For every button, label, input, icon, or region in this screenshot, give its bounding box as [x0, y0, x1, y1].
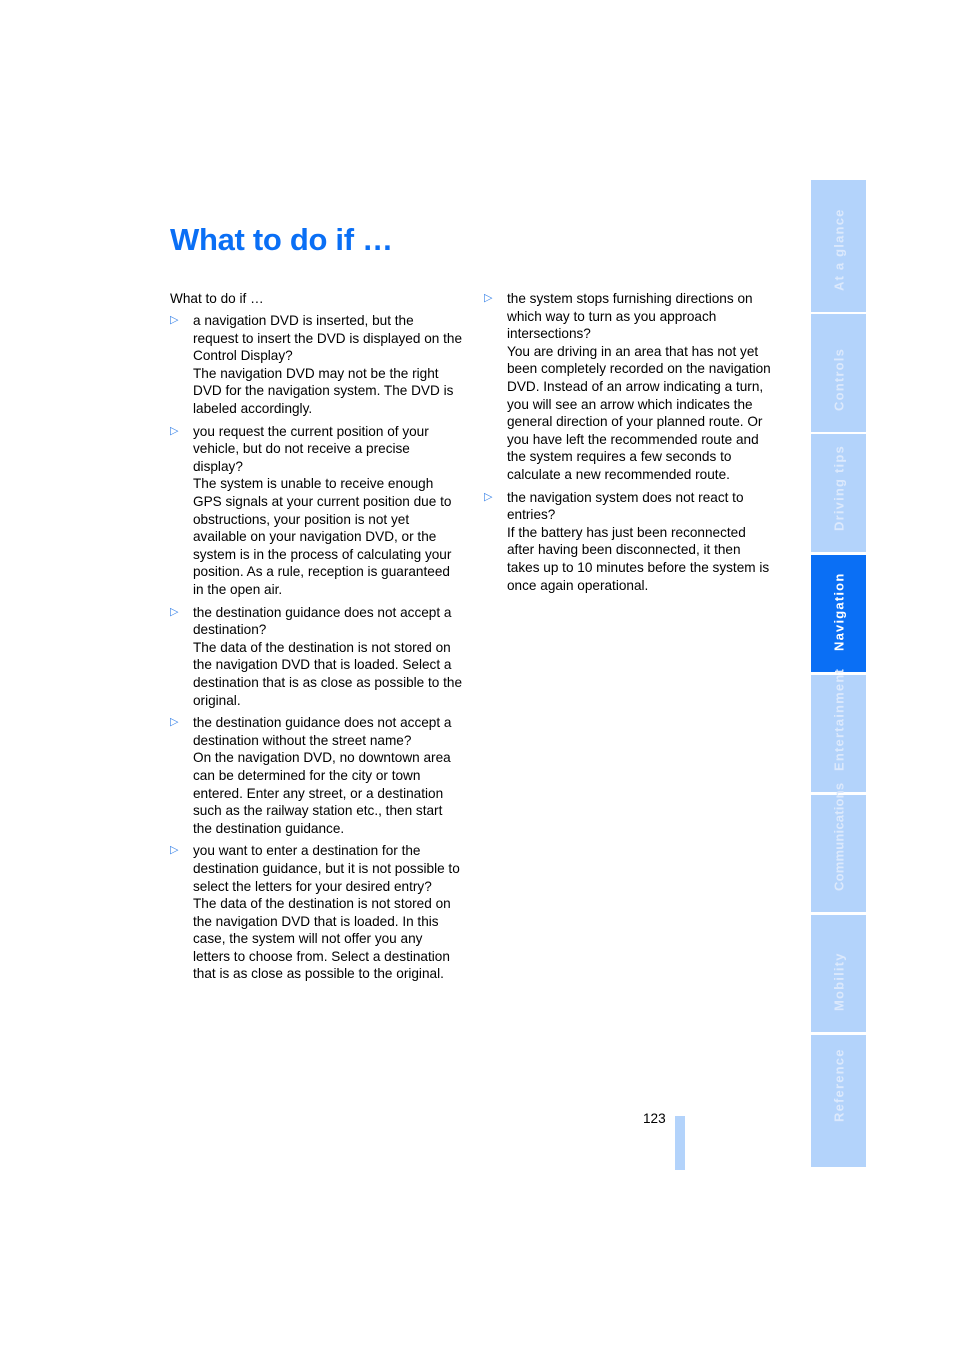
- triangle-bullet-icon: ▷: [170, 844, 179, 857]
- tab-label: Mobility: [831, 952, 846, 1011]
- intro-text: What to do if …: [170, 291, 264, 306]
- triangle-bullet-icon: ▷: [484, 292, 493, 304]
- page-number: 123: [643, 1111, 666, 1126]
- tab-label: Entertainment: [831, 667, 846, 771]
- faq-answer: If the battery has just been reconnected…: [507, 524, 770, 593]
- page-title: What to do if …: [170, 222, 393, 257]
- tab-reference[interactable]: Reference: [811, 1035, 866, 1167]
- faq-question: you want to enter a destination for the …: [193, 843, 460, 894]
- tab-label: At a glance: [831, 208, 846, 291]
- triangle-bullet-icon: ▷: [484, 490, 493, 503]
- tab-navigation[interactable]: Navigation: [811, 555, 866, 672]
- tab-communications[interactable]: Communications: [811, 783, 866, 912]
- tab-label: Navigation: [831, 572, 846, 651]
- faq-item: ▷ the destination guidance does not acce…: [170, 604, 462, 710]
- tab-entertainment[interactable]: Entertainment: [811, 668, 866, 792]
- faq-answer: The data of the destination is not store…: [193, 639, 463, 708]
- faq-question: the system stops furnishing directions o…: [507, 291, 753, 342]
- faq-answer: The navigation DVD may not be the right …: [193, 365, 454, 417]
- faq-question: you request the current position of your…: [193, 423, 429, 474]
- faq-item: ▷ the navigation system does not react t…: [484, 489, 776, 595]
- tab-label: Driving tips: [831, 445, 846, 531]
- faq-answer: The system is unable to receive enough G…: [193, 476, 452, 597]
- page-marker-bar: [675, 1116, 685, 1170]
- faq-item: ▷ you want to enter a destination for th…: [170, 842, 462, 983]
- tab-driving-tips[interactable]: Driving tips: [811, 434, 866, 552]
- faq-answer: The data of the destination is not store…: [193, 896, 451, 982]
- faq-answer: On the navigation DVD, no downtown area …: [193, 750, 451, 836]
- left-column: What to do if … ▷ a navigation DVD is in…: [170, 290, 462, 988]
- triangle-bullet-icon: ▷: [170, 424, 179, 437]
- triangle-bullet-icon: ▷: [170, 605, 179, 618]
- tab-label: Controls: [831, 347, 846, 411]
- faq-answer: You are driving in an area that has not …: [507, 343, 771, 482]
- tab-label: Reference: [831, 1048, 846, 1122]
- faq-item: ▷ you request the current position of yo…: [170, 423, 462, 599]
- faq-item: ▷ the destination guidance does not acce…: [170, 714, 462, 837]
- faq-question: the destination guidance does not accept…: [193, 604, 452, 638]
- tab-label: Communications: [831, 782, 846, 891]
- triangle-bullet-icon: ▷: [170, 314, 179, 327]
- triangle-bullet-icon: ▷: [170, 716, 179, 729]
- tab-mobility[interactable]: Mobility: [811, 915, 866, 1032]
- faq-item: ▷ a navigation DVD is inserted, but the …: [170, 312, 462, 418]
- faq-question: the destination guidance does not accept…: [193, 715, 452, 748]
- tab-controls[interactable]: Controls: [811, 314, 866, 432]
- faq-item: ▷ the system stops furnishing directions…: [484, 290, 776, 484]
- right-column: ▷ the system stops furnishing directions…: [484, 290, 776, 599]
- faq-question: a navigation DVD is inserted, but the re…: [193, 313, 463, 364]
- tab-at-a-glance[interactable]: At a glance: [811, 180, 866, 312]
- faq-question: the navigation system does not react to …: [507, 489, 744, 523]
